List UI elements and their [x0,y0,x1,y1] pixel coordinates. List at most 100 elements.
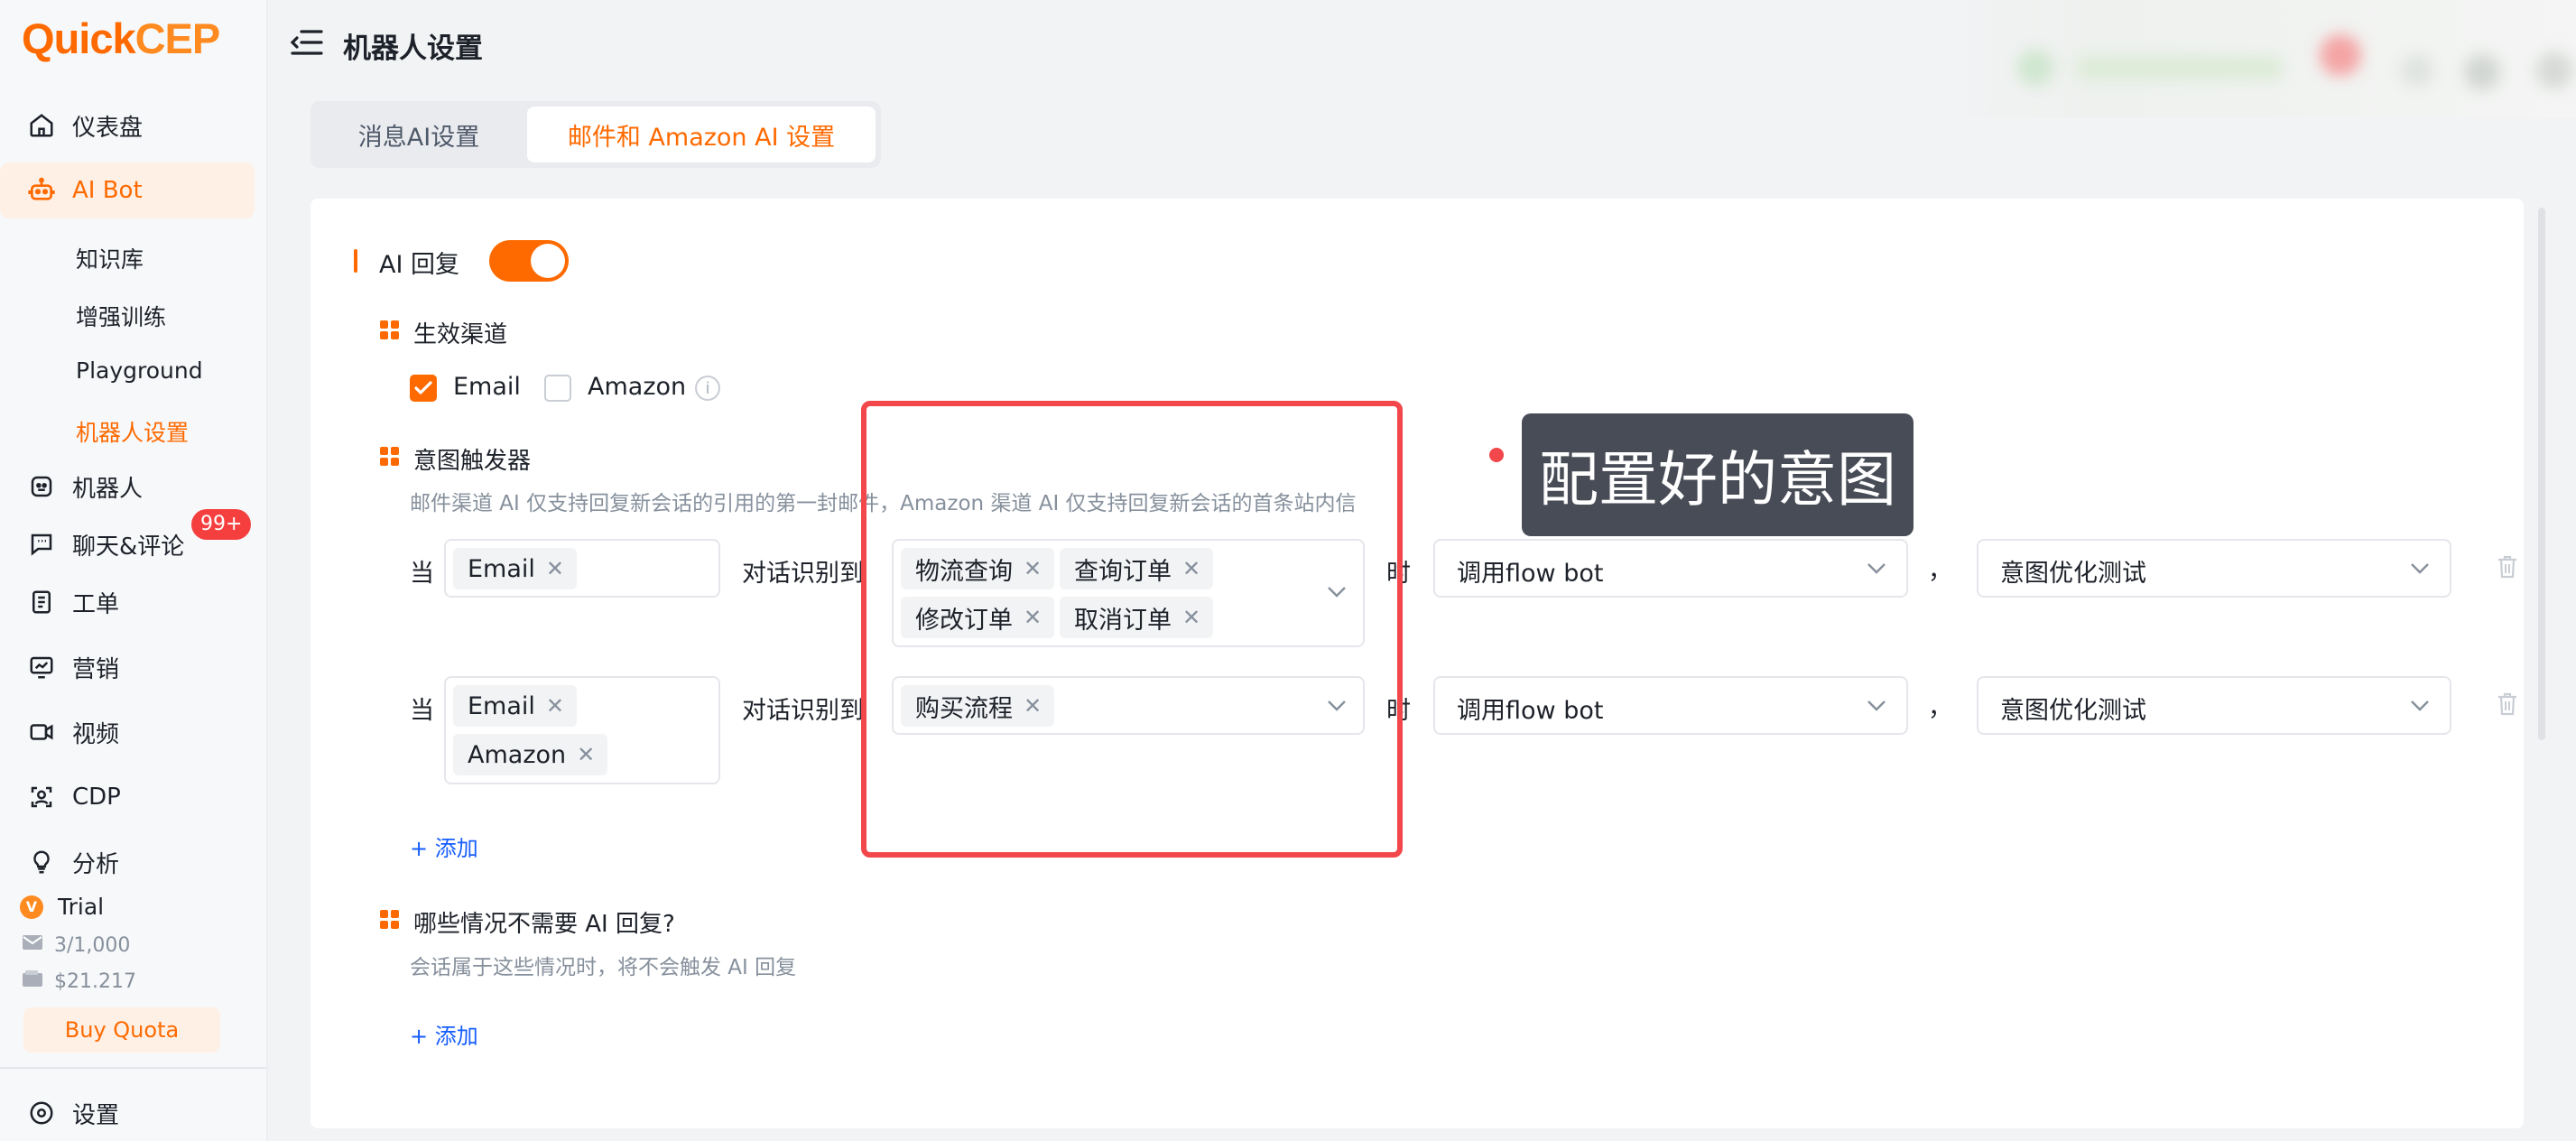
highlight-box [861,401,1403,858]
tab-message-ai-settings[interactable]: 消息AI设置 [310,107,527,162]
select-value: 意图优化测试 [2000,697,2146,725]
sidebar-item-ai-bot[interactable]: AI Bot [0,162,255,218]
annotation-dot [1489,448,1504,462]
balance: $21.217 [54,969,136,993]
exclusions-hint: 会话属于这些情况时，将不会触发 AI 回复 [410,956,797,979]
mail-icon [22,933,43,957]
sidebar-item-label: CDP [72,784,121,811]
sidebar-item-label: AI Bot [72,177,143,204]
rule-2-bot-select[interactable]: 意图优化测试 [1977,676,2451,735]
sidebar-item-marketing[interactable]: 营销 [0,639,255,695]
ai-reply-toggle[interactable] [489,240,569,282]
ticket-icon [25,586,58,618]
scrollbar[interactable] [2538,208,2545,740]
buy-quota-button[interactable]: Buy Quota [23,1007,220,1053]
rule-recognize-label: 对话识别到 [742,697,864,725]
sidebar-item-label: 工单 [72,590,120,618]
amazon-checkbox-label[interactable]: Amazon [588,373,686,401]
sidebar-item-label: 仪表盘 [72,114,144,142]
sidebar-item-label: 营销 [72,655,120,683]
sidebar: QuickCEP 仪表盘 AI Bot 知识库 增强训练 Playground … [0,0,268,1141]
select-value: 调用flow bot [1457,697,1604,725]
trial-label: Trial [58,894,105,920]
info-icon[interactable]: i [695,376,720,401]
sidebar-item-bots[interactable]: 机器人 [0,459,255,515]
sidebar-item-video[interactable]: 视频 [0,704,255,760]
ai-reply-title: AI 回复 [379,251,460,279]
toggle-knob [531,244,565,278]
amazon-checkbox[interactable] [544,375,571,402]
logo-q: Q [22,14,55,62]
sidebar-subitem-enhanced-training[interactable]: 增强训练 [76,300,166,332]
delete-icon[interactable] [2497,691,2518,717]
video-icon [25,716,58,748]
email-checkbox[interactable] [410,375,437,402]
rule-1-bot-select[interactable]: 意图优化测试 [1977,539,2451,598]
comma-separator: ， [1928,694,1952,722]
chevron-down-icon [1867,700,1886,711]
balance-row: $21.217 [22,969,136,993]
select-value: 意图优化测试 [2000,560,2146,588]
comma-separator: ， [1928,557,1952,585]
logo-cep: CEP [134,14,221,62]
usage-count: 3/1,000 [54,933,131,957]
rule-1-channel-select[interactable]: Email ✕ [444,539,720,598]
chevron-down-icon [2411,700,2429,711]
sidebar-item-label: 机器人 [72,475,144,503]
close-icon[interactable]: ✕ [546,556,564,581]
annotation-callout: 配置好的意图 [1522,413,1913,536]
sidebar-item-analytics[interactable]: 分析 [0,834,255,890]
grid-icon [380,910,400,930]
menu-collapse-icon[interactable] [289,27,323,61]
close-icon[interactable]: ✕ [577,742,595,767]
channels-title: 生效渠道 [413,321,508,348]
sidebar-subitem-playground[interactable]: Playground [76,357,203,384]
tab-email-amazon-ai-settings[interactable]: 邮件和 Amazon AI 设置 [527,107,876,162]
bulb-icon [25,846,58,878]
channel-tag: Email ✕ [453,685,578,727]
tag-label: Email [468,554,535,583]
rule-when-label: 当 [410,697,434,725]
sidebar-item-dashboard[interactable]: 仪表盘 [0,97,255,153]
add-intent-rule-link[interactable]: + 添加 [410,830,478,862]
rule-2-action-select[interactable]: 调用flow bot [1433,676,1908,735]
intent-trigger-title: 意图触发器 [413,448,532,475]
usage-row: 3/1,000 [22,933,130,957]
page-title: 机器人设置 [343,32,483,65]
rule-1-action-select[interactable]: 调用flow bot [1433,539,1908,598]
settings-icon [25,1097,58,1129]
logo-text: QuickCEP [22,14,221,63]
marketing-icon [25,651,58,683]
rule-2-channel-select[interactable]: Email ✕ Amazon ✕ [444,676,720,784]
tag-label: Amazon [468,740,567,769]
exclusions-title: 哪些情况不需要 AI 回复? [413,911,675,938]
select-value: 调用flow bot [1457,560,1604,588]
robot-icon [25,174,58,207]
app-logo[interactable]: QuickCEP [22,13,221,63]
bot-face-icon [25,470,58,503]
sidebar-item-chat-reviews[interactable]: 聊天&评论 99+ [0,509,255,572]
sidebar-item-label: 视频 [72,720,120,748]
logo-uick: uick [53,14,136,62]
sidebar-item-label: 设置 [72,1101,120,1129]
section-accent-bar [354,249,357,273]
settings-card [310,199,2524,1128]
sidebar-item-tickets[interactable]: 工单 [0,574,255,630]
delete-icon[interactable] [2497,554,2518,580]
sidebar-divider [0,1067,266,1069]
cdp-icon [25,781,58,813]
chat-count-badge: 99+ [191,509,252,540]
close-icon[interactable]: ✕ [546,693,564,719]
sidebar-subitem-knowledge-base[interactable]: 知识库 [76,242,144,274]
add-exclusion-link[interactable]: + 添加 [410,1018,478,1050]
plan-badge: V [20,895,43,919]
sidebar-item-settings[interactable]: 设置 [0,1085,255,1141]
sidebar-subitem-bot-settings[interactable]: 机器人设置 [76,415,189,448]
chevron-down-icon [1867,563,1886,574]
sidebar-item-cdp[interactable]: CDP [0,769,255,825]
trial-plan: V Trial [20,894,104,920]
channel-tag: Email ✕ [453,548,578,589]
chevron-down-icon [2411,563,2429,574]
email-checkbox-label[interactable]: Email [453,373,521,401]
channel-tag: Amazon ✕ [453,734,608,775]
